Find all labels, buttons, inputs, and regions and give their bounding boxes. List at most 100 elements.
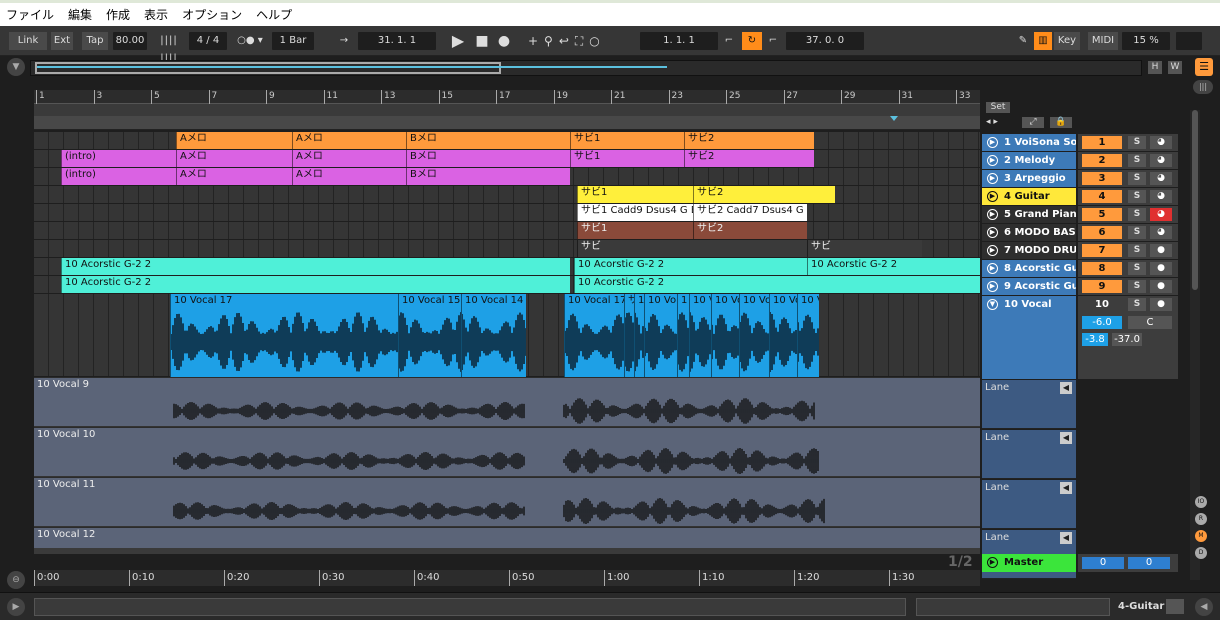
arm-icon[interactable]: ◕ [1150, 208, 1172, 221]
clip[interactable]: サビ2 [693, 222, 807, 239]
tempo-field[interactable]: 80.00 [113, 32, 147, 50]
locator-arrows-icon[interactable]: ◂ ▸ [986, 117, 1010, 128]
track-row[interactable]: (intro) Aメロ Aメロ Bメロ サビ1 サビ2 [34, 150, 980, 168]
track-number[interactable]: 6 [1082, 226, 1122, 239]
solo-button[interactable]: S [1128, 190, 1146, 203]
clip[interactable]: サビ2 [684, 150, 814, 167]
locator-bar[interactable] [34, 104, 980, 116]
arm-icon[interactable]: ◕ [1150, 190, 1172, 203]
play-icon[interactable]: ▶ [987, 191, 998, 202]
master-volume[interactable]: 0 [1082, 557, 1124, 569]
track-header[interactable]: ▶ 1 VoiSona Son [982, 134, 1076, 151]
clip[interactable]: サビ1 [577, 186, 693, 203]
quantize-menu[interactable]: 1 Bar [272, 32, 314, 50]
track-row[interactable]: サビ サビ [34, 240, 980, 258]
take-lane[interactable]: 10 Vocal 9 [34, 378, 980, 427]
menu-item-4[interactable]: オプション [182, 6, 242, 23]
track-header[interactable]: ▶ 7 MODO DRUM [982, 242, 1076, 259]
draw-mode-icon[interactable]: ✎ [1014, 32, 1032, 50]
arrangement-view[interactable]: Aメロ Aメロ Bメロ サビ1 サビ2 (intro) Aメロ Aメロ Bメロ サビ1 サビ2 (in… [34, 132, 980, 548]
tap-button[interactable]: Tap [82, 32, 108, 50]
arm-icon[interactable]: ◕ [1150, 136, 1172, 149]
io-toggle-icon[interactable]: ||| [1193, 80, 1213, 94]
track-number[interactable]: 7 [1082, 244, 1122, 257]
arm-icon[interactable]: ● [1150, 244, 1172, 257]
beat-ruler[interactable]: 1 3 5 7 9 11 13 15 17 19 21 23 25 27 29 31 33 [34, 90, 980, 104]
track-header[interactable]: ▶ 9 Acorstic Gui [982, 278, 1076, 295]
track-header[interactable]: ▶ 4 Guitar [982, 188, 1076, 205]
clip[interactable]: Aメロ [292, 150, 406, 167]
clip[interactable]: Aメロ [292, 132, 406, 149]
play-icon[interactable]: ▶ [987, 209, 998, 220]
w-button[interactable]: W [1168, 61, 1182, 74]
arm-icon[interactable]: ● [1150, 280, 1172, 293]
status-right-icon[interactable]: ◀ [1195, 598, 1213, 616]
expand-icon[interactable]: ⤢ [1022, 117, 1044, 128]
take-lane[interactable]: 10 Vocal 12 [34, 528, 980, 548]
track-row[interactable]: (intro) Aメロ Aメロ Bメロ [34, 168, 980, 186]
track-header[interactable]: ▶ 8 Acorstic Gui [982, 260, 1076, 277]
clip[interactable]: 10 Vocal 14 [461, 294, 526, 377]
solo-button[interactable]: S [1128, 262, 1146, 275]
key-map-button[interactable]: Key [1054, 32, 1080, 50]
clip[interactable]: 10 Vocal 17 [564, 294, 624, 377]
lock-icon[interactable]: 🔒 [1050, 117, 1072, 128]
clip[interactable]: 10 Vo [644, 294, 677, 377]
clip[interactable]: サビ [577, 240, 807, 257]
arm-icon[interactable]: ● [1150, 262, 1172, 275]
track-row[interactable]: サビ1 サビ2 [34, 186, 980, 204]
keyboard-icon[interactable]: ▥ [1034, 32, 1052, 50]
clip[interactable]: サビ2 [684, 132, 814, 149]
lane-header[interactable]: Lane ◀ [982, 480, 1076, 529]
vertical-scrollbar[interactable] [1190, 110, 1200, 580]
solo-button[interactable]: S [1128, 172, 1146, 185]
clip[interactable]: 10 Vo [769, 294, 797, 377]
track-row[interactable]: サビ1 サビ2 [34, 222, 980, 240]
punch-out-icon[interactable]: ⌐ [764, 32, 782, 50]
view-toggle-0[interactable]: IO [1195, 496, 1207, 508]
arm-icon[interactable]: ◕ [1150, 172, 1172, 185]
play-icon[interactable]: ▶ [987, 245, 998, 256]
clip[interactable]: 10 Acorstic G-2 2 [807, 258, 980, 275]
track-number[interactable]: 8 [1082, 262, 1122, 275]
solo-button[interactable]: S [1128, 136, 1146, 149]
fold-icon[interactable]: ▼ [987, 299, 998, 310]
stop-button[interactable]: ■ [474, 32, 490, 50]
clip[interactable]: 10 Vo [739, 294, 769, 377]
track-number[interactable]: 10 [1082, 298, 1122, 311]
lane-header[interactable]: Lane ◀ [982, 430, 1076, 479]
loop-start-field[interactable]: 1. 1. 1 [640, 32, 718, 50]
track-row[interactable]: サビ1 Cadd9 Dsus4 G Emサビ2 Cadd7 Dsus4 G Em [34, 204, 980, 222]
scroll-thumb[interactable] [1192, 110, 1198, 290]
link-button[interactable]: Link [9, 32, 47, 50]
solo-button[interactable]: S [1128, 298, 1146, 311]
overview-viewport[interactable] [35, 62, 501, 74]
track-number[interactable]: 2 [1082, 154, 1122, 167]
set-button[interactable]: Set [986, 102, 1010, 113]
track-header[interactable]: ▶ 6 MODO BASS [982, 224, 1076, 241]
play-icon[interactable]: ▶ [987, 137, 998, 148]
solo-button[interactable]: S [1128, 154, 1146, 167]
play-icon[interactable]: ▶ [987, 557, 998, 568]
menu-item-2[interactable]: 作成 [106, 6, 130, 23]
clip[interactable]: サビ1 [570, 132, 684, 149]
track-row[interactable]: Aメロ Aメロ Bメロ サビ1 サビ2 [34, 132, 980, 150]
menu-item-5[interactable]: ヘルプ [256, 6, 292, 23]
track-number[interactable]: 9 [1082, 280, 1122, 293]
clip[interactable]: 10 Acorstic G-2 2 [574, 276, 980, 293]
clip[interactable]: Bメロ [406, 168, 570, 185]
metronome-icon[interactable]: ○● ▾ [232, 32, 268, 50]
menu-icon[interactable]: ☰ [1195, 58, 1213, 76]
h-button[interactable]: H [1148, 61, 1162, 74]
clip[interactable]: (intro) [61, 150, 176, 167]
clip[interactable]: サビ1 [570, 150, 684, 167]
solo-button[interactable]: S [1128, 226, 1146, 239]
clip[interactable]: Aメロ [176, 168, 292, 185]
clip[interactable]: サビ2 Cadd7 Dsus4 G Em [693, 204, 807, 221]
track-row[interactable]: 10 Acorstic G-2 2 10 Acorstic G-2 2 10 Aco… [34, 258, 980, 276]
overview-strip[interactable] [30, 60, 1142, 76]
take-lane[interactable]: 10 Vocal 11 [34, 478, 980, 527]
nudge-icons[interactable]: |||| |||| [152, 32, 186, 64]
arm-icon[interactable]: ● [1150, 298, 1172, 311]
clip[interactable]: 10 Vocal 17 [170, 294, 398, 377]
